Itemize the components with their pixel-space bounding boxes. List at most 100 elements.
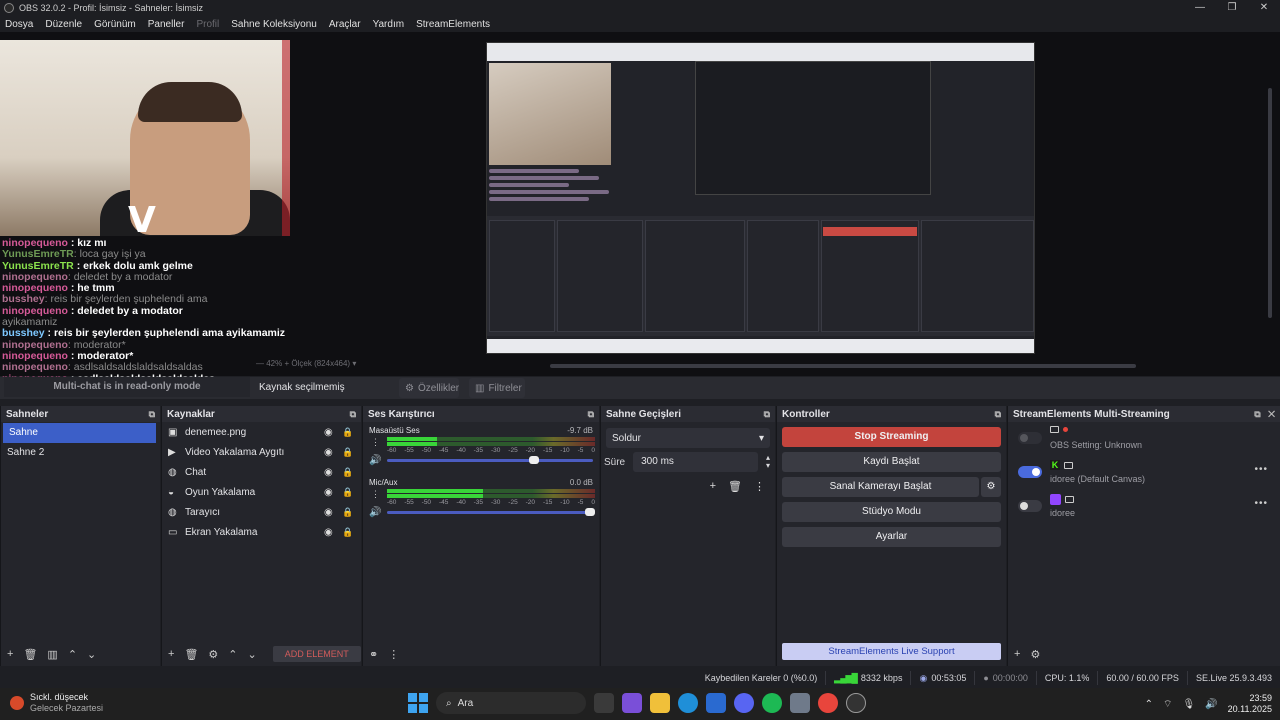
network-icon[interactable]: ⌔ [1163,698,1172,711]
undock-icon[interactable]: ⧉ [764,409,770,420]
add-icon[interactable]: + [168,648,174,660]
undock-icon[interactable]: ⧉ [588,409,594,420]
scene-item[interactable]: Sahne [3,423,156,443]
source-item[interactable]: ▣ denemee.png ◉ 🔒 [162,422,361,442]
edge-icon[interactable] [678,693,698,713]
lock-icon[interactable]: 🔒 [342,527,353,538]
chevron-up-icon[interactable]: ⌃ [1145,699,1153,710]
menu-tools[interactable]: Araçlar [329,19,361,30]
discord-icon[interactable] [734,693,754,713]
lock-icon[interactable]: 🔒 [342,447,353,458]
weather-widget[interactable]: Sıckl. düşecek Gelecek Pazartesi [10,692,103,714]
eye-icon[interactable]: ◉ [324,447,333,458]
maximize-button[interactable]: ❐ [1216,0,1248,16]
clock[interactable]: 23:59 20.11.2025 [1228,693,1272,715]
preview-scrollbar-vertical[interactable] [1268,88,1272,318]
eye-icon[interactable]: ◉ [324,487,333,498]
move-down-icon[interactable]: ⌄ [248,648,257,661]
source-item[interactable]: ▶ Video Yakalama Aygıtı ◉ 🔒 [162,442,361,462]
more-icon[interactable]: ⋮ [371,489,380,500]
add-icon[interactable]: + [710,480,716,493]
volume-icon[interactable]: 🔊 [1205,699,1217,710]
add-icon[interactable]: + [7,648,13,660]
chrome-icon[interactable] [818,693,838,713]
more-icon[interactable]: ⋮ [388,648,399,661]
toggle-switch[interactable] [1018,466,1042,478]
live-support-button[interactable]: StreamElements Live Support [782,643,1001,660]
menu-edit[interactable]: Düzenle [45,19,82,30]
settings-app-icon[interactable] [790,693,810,713]
undock-icon[interactable]: ⧉ [149,409,155,420]
gear-icon[interactable]: ⚙ [208,648,218,661]
source-item[interactable]: ▭ Ekran Yakalama ◉ 🔒 [162,522,361,542]
microphone-icon[interactable]: 🎙 [1182,699,1195,710]
task-view-icon[interactable] [594,693,614,713]
close-button[interactable]: ✕ [1248,0,1280,16]
properties-button[interactable]: ⚙ Özellikler [399,378,459,398]
move-up-icon[interactable]: ⌃ [68,648,77,661]
file-explorer-icon[interactable] [650,693,670,713]
spin-arrows-icon[interactable]: ▴ ▾ [766,454,770,470]
lock-icon[interactable]: 🔒 [342,507,353,518]
scene-item[interactable]: Sahne 2 [1,443,160,463]
menu-view[interactable]: Görünüm [94,19,136,30]
menu-help[interactable]: Yardım [373,19,405,30]
more-icon[interactable]: ••• [1254,498,1268,509]
undock-icon[interactable]: ⧉ ✕ [1254,409,1275,420]
studio-mode-button[interactable]: Stüdyo Modu [782,502,1001,522]
eye-icon[interactable]: ◉ [324,467,333,478]
lock-icon[interactable]: 🔒 [342,487,353,498]
eye-icon[interactable]: ◉ [324,507,333,518]
add-icon[interactable]: + [1014,648,1020,660]
duration-spinbox[interactable]: 300 ms [633,452,758,472]
settings-button[interactable]: Ayarlar [782,527,1001,547]
store-icon[interactable] [706,693,726,713]
undock-icon[interactable]: ⧉ [350,409,356,420]
filters-button[interactable]: ▥ Filtreler [469,378,525,398]
spotify-icon[interactable] [762,693,782,713]
lock-icon[interactable]: 🔒 [342,427,353,438]
start-recording-button[interactable]: Kaydı Başlat [782,452,1001,472]
windows-start-icon[interactable] [408,693,428,713]
eye-icon[interactable]: ◉ [324,527,333,538]
slider-knob[interactable] [529,456,540,464]
preview-scrollbar-horizontal[interactable] [550,364,1136,368]
obs-icon[interactable] [846,693,866,713]
source-item[interactable]: ◒ Oyun Yakalama ◉ 🔒 [162,482,361,502]
move-up-icon[interactable]: ⌃ [228,648,237,661]
copilot-icon[interactable] [622,693,642,713]
add-element-button[interactable]: ADD ELEMENT [272,646,361,662]
volume-slider[interactable] [386,456,593,464]
trash-icon[interactable]: 🗑 [728,480,742,493]
more-icon[interactable]: ⋮ [754,480,765,493]
link-icon[interactable]: ⚭ [369,648,378,661]
slider-knob[interactable] [584,508,595,516]
chevron-down-icon[interactable]: ▾ [352,359,356,368]
filter-icon[interactable]: ▥ [47,648,57,661]
more-icon[interactable]: ••• [1254,464,1268,475]
menu-docks[interactable]: Paneller [148,19,185,30]
menu-streamelements[interactable]: StreamElements [416,19,490,30]
move-down-icon[interactable]: ⌄ [87,648,96,661]
menu-scene-collection[interactable]: Sahne Koleksiyonu [231,19,317,30]
source-item[interactable]: ◍ Tarayıcı ◉ 🔒 [162,502,361,522]
volume-slider[interactable] [386,508,595,516]
transition-select[interactable]: Soldur ▾ [606,428,770,448]
trash-icon[interactable]: 🗑 [184,648,198,661]
source-item[interactable]: ◍ Chat ◉ 🔒 [162,462,361,482]
gear-icon[interactable]: ⚙ [981,477,1001,497]
minimize-button[interactable]: — [1184,0,1216,16]
start-virtual-camera-button[interactable]: Sanal Kamerayı Başlat [782,477,979,497]
more-icon[interactable]: ⋮ [371,437,380,448]
toggle-switch[interactable] [1018,500,1042,512]
taskbar-search[interactable]: ⌕ Ara [436,692,586,714]
menu-file[interactable]: Dosya [5,19,33,30]
stop-streaming-button[interactable]: Stop Streaming [782,427,1001,447]
speaker-icon[interactable]: 🔊 [369,507,383,518]
lock-icon[interactable]: 🔒 [342,467,353,478]
zoom-out-icon[interactable]: — [256,359,266,368]
speaker-icon[interactable]: 🔊 [369,455,383,466]
eye-icon[interactable]: ◉ [324,427,333,438]
undock-icon[interactable]: ⧉ [995,409,1001,420]
gear-icon[interactable]: ⚙ [1030,648,1040,661]
